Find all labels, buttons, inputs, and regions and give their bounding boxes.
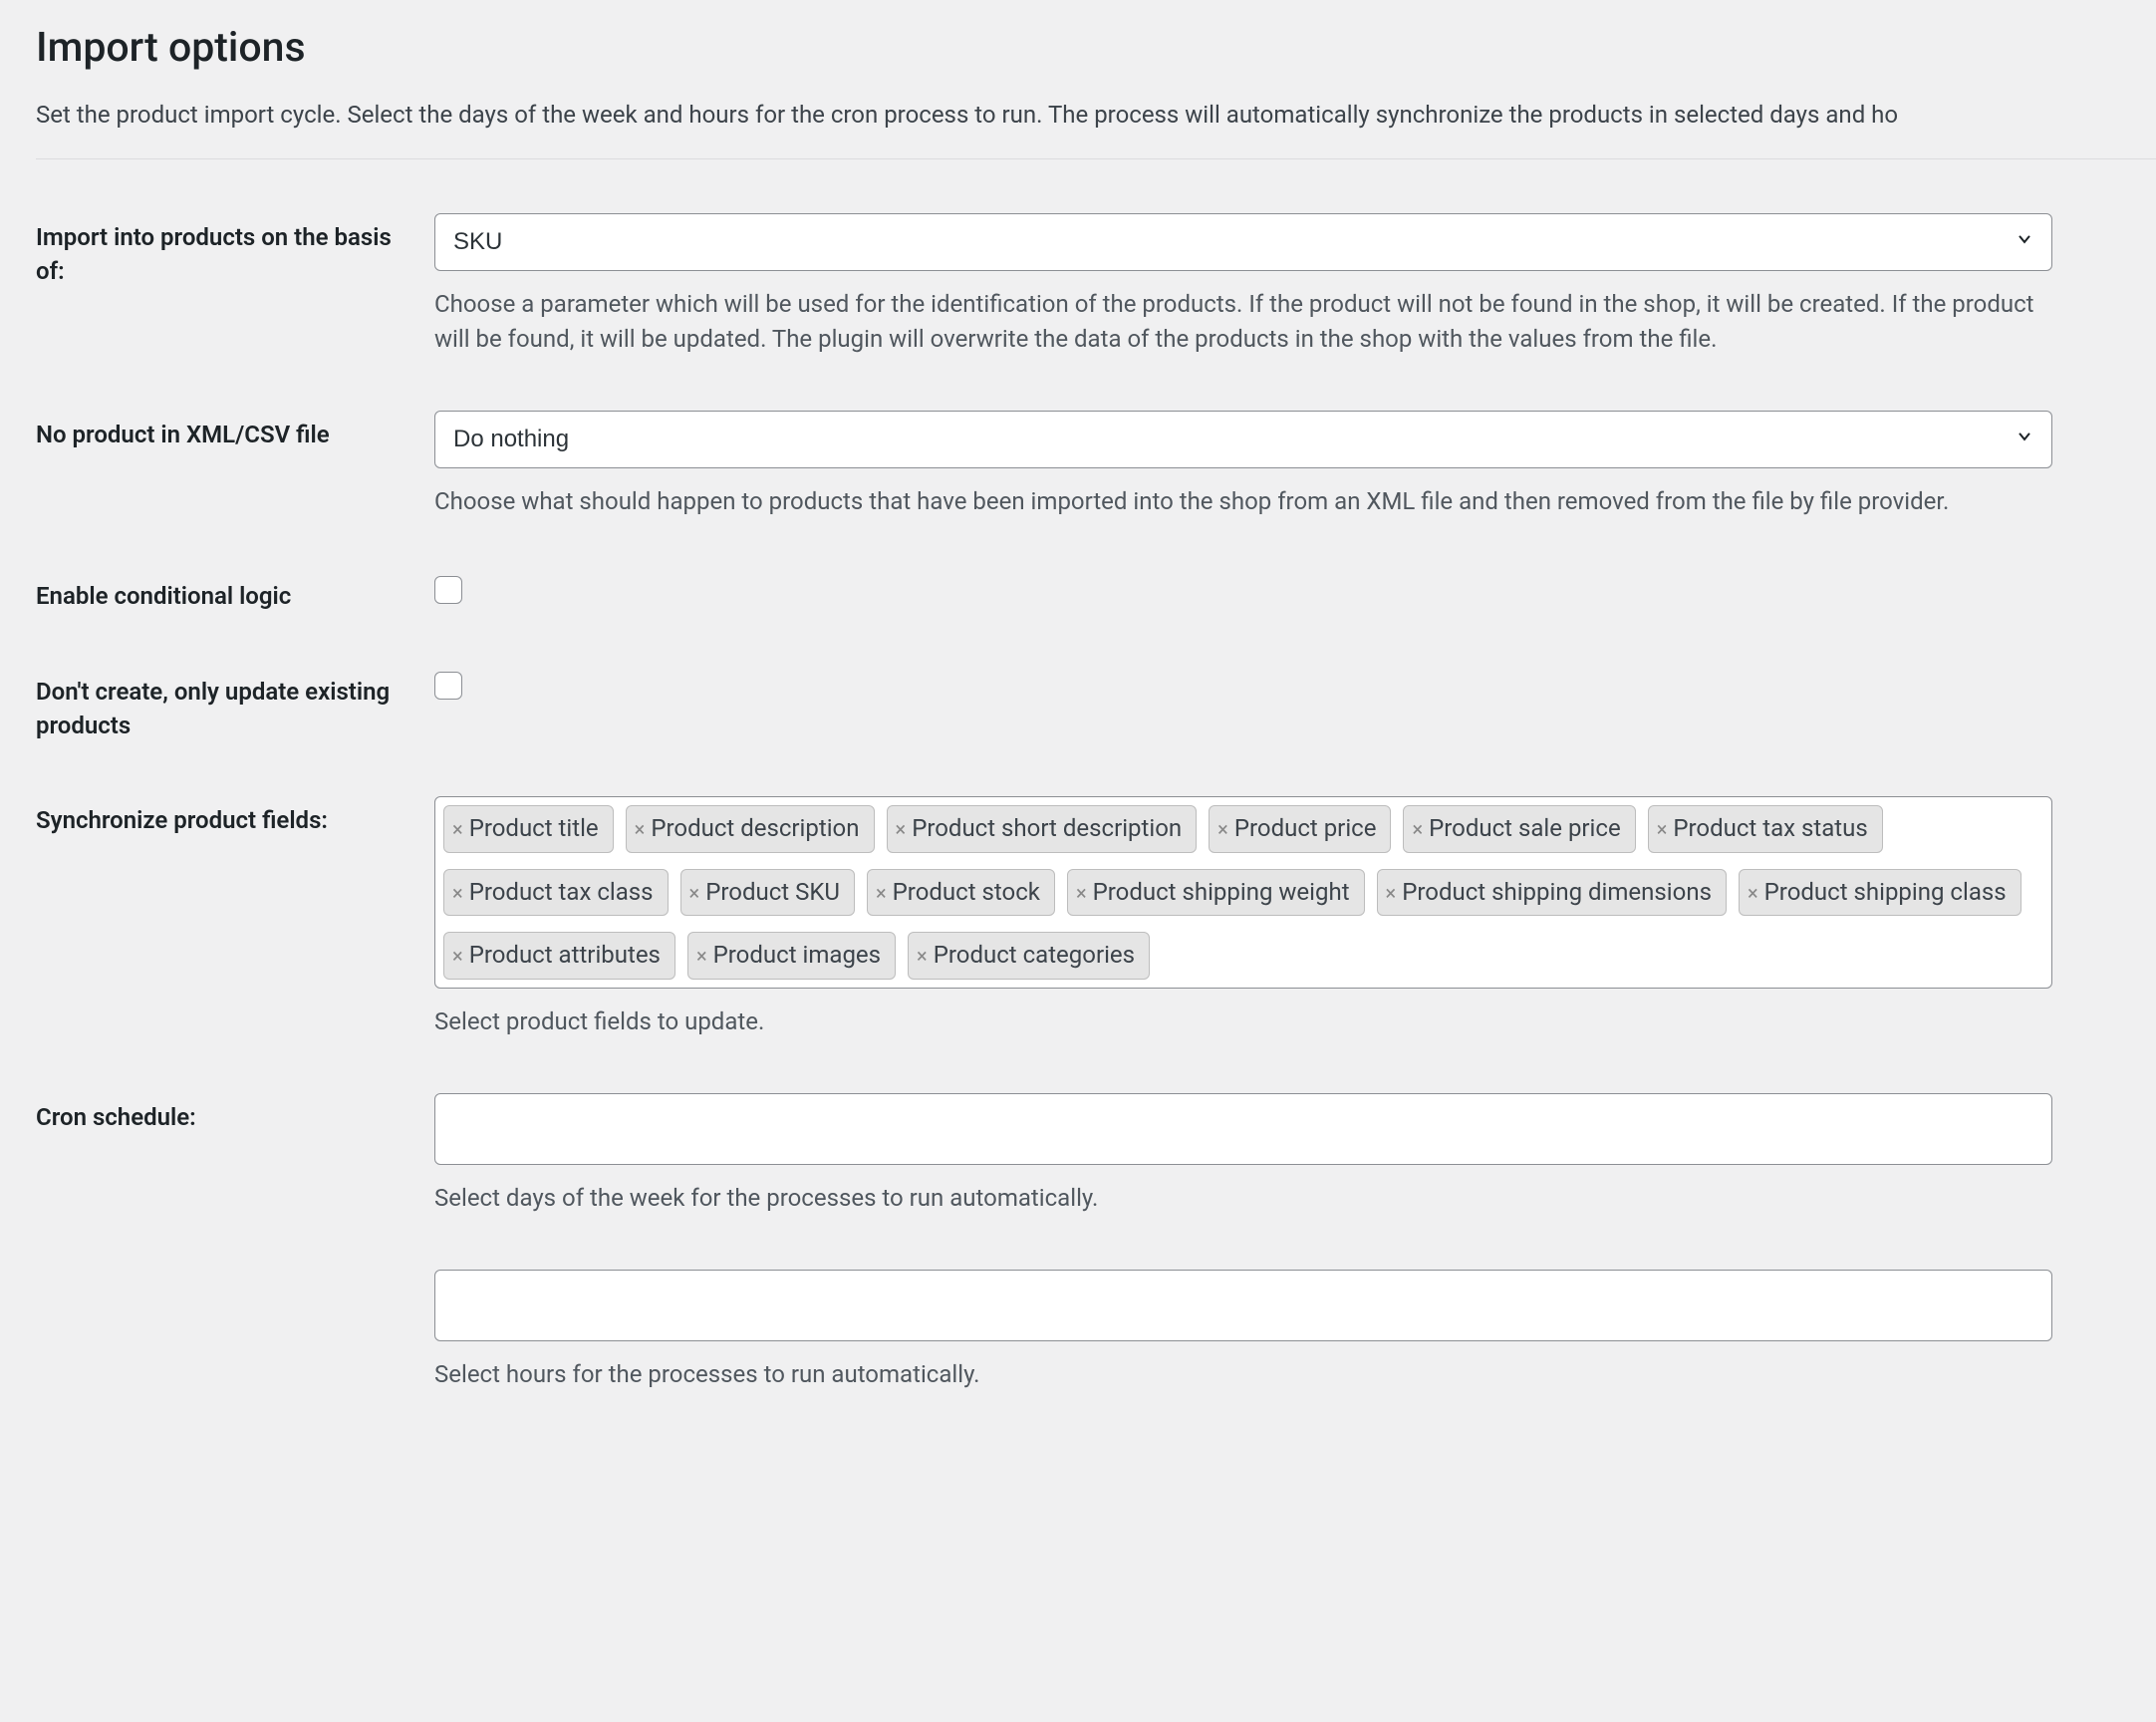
tag-item: × Product stock (867, 869, 1055, 917)
tag-item: ×Product tax status (1648, 805, 1883, 853)
tag-label: Product shipping weight (1093, 876, 1350, 910)
tag-label: Product attributes (469, 939, 661, 973)
close-icon[interactable]: × (876, 883, 887, 903)
row-sync-fields: Synchronize product fields: × Product tit… (36, 796, 2156, 1039)
tag-item: ×Product description (626, 805, 875, 853)
label-cron-schedule: Cron schedule: (36, 1093, 434, 1135)
help-basis: Choose a parameter which will be used fo… (434, 287, 2052, 357)
row-basis: Import into products on the basis of: SK… (36, 213, 2156, 357)
tag-item: × Product attributes (443, 932, 675, 980)
intro-text: Set the product import cycle. Select the… (36, 99, 2156, 133)
close-icon[interactable]: × (696, 946, 707, 966)
help-cron-hours: Select hours for the processes to run au… (434, 1357, 2052, 1392)
row-cron-hours: Select hours for the processes to run au… (36, 1270, 2156, 1392)
tag-item: × Product shipping weight (1067, 869, 1365, 917)
tag-item: × Product price (1209, 805, 1391, 853)
label-only-update: Don't create, only update existing produ… (36, 668, 434, 742)
tag-label: Product short description (912, 812, 1182, 846)
section-divider (36, 158, 2156, 159)
tag-label: Product shipping class (1764, 876, 2007, 910)
label-cron-hours-empty (36, 1270, 434, 1278)
tag-item: × Product sale price (1403, 805, 1635, 853)
help-cron-days: Select days of the week for the processe… (434, 1181, 2052, 1216)
close-icon[interactable]: × (452, 819, 463, 839)
page-title: Import options (36, 20, 2156, 77)
close-icon[interactable]: × (635, 819, 646, 839)
close-icon[interactable]: × (452, 883, 463, 903)
close-icon[interactable]: × (452, 946, 463, 966)
close-icon[interactable]: × (1657, 819, 1668, 839)
tag-item: × Product tax class (443, 869, 669, 917)
tag-label: Product sale price (1429, 812, 1621, 846)
label-no-product: No product in XML/CSV file (36, 411, 434, 452)
tag-item: ×Product shipping dimensions (1377, 869, 1727, 917)
tag-label: Product description (651, 812, 859, 846)
close-icon[interactable]: × (689, 883, 700, 903)
multiselect-sync-fields[interactable]: ×Product title×Product description×Produ… (434, 796, 2052, 989)
label-basis: Import into products on the basis of: (36, 213, 434, 288)
select-no-product[interactable]: Do nothing (434, 411, 2052, 468)
tag-item: × Product images (687, 932, 896, 980)
tag-label: Product SKU (705, 876, 840, 910)
tag-label: Product tax class (469, 876, 654, 910)
tag-label: Product images (713, 939, 881, 973)
tag-label: Product stock (893, 876, 1040, 910)
close-icon[interactable]: × (896, 819, 907, 839)
close-icon[interactable]: × (917, 946, 928, 966)
help-sync-fields: Select product fields to update. (434, 1004, 2052, 1039)
close-icon[interactable]: × (1412, 819, 1423, 839)
label-conditional: Enable conditional logic (36, 572, 434, 614)
tag-label: Product price (1234, 812, 1377, 846)
row-cron-days: Cron schedule: Select days of the week f… (36, 1093, 2156, 1216)
close-icon[interactable]: × (1076, 883, 1087, 903)
tag-label: Product title (469, 812, 599, 846)
multiselect-cron-days[interactable] (434, 1093, 2052, 1165)
multiselect-cron-hours[interactable] (434, 1270, 2052, 1341)
tag-item: ×Product SKU (680, 869, 855, 917)
close-icon[interactable]: × (1217, 819, 1228, 839)
close-icon[interactable]: × (1386, 883, 1397, 903)
tag-item: × Product shipping class (1739, 869, 2021, 917)
tag-item: × Product title (443, 805, 614, 853)
close-icon[interactable]: × (1748, 883, 1758, 903)
select-basis[interactable]: SKU (434, 213, 2052, 271)
tag-label: Product tax status (1673, 812, 1867, 846)
row-conditional: Enable conditional logic (36, 572, 2156, 614)
row-only-update: Don't create, only update existing produ… (36, 668, 2156, 742)
tag-item: × Product categories (908, 932, 1150, 980)
tag-item: ×Product short description (887, 805, 1198, 853)
label-sync-fields: Synchronize product fields: (36, 796, 434, 838)
tag-label: Product categories (934, 939, 1135, 973)
row-no-product: No product in XML/CSV file Do nothing Ch… (36, 411, 2156, 519)
tag-label: Product shipping dimensions (1402, 876, 1712, 910)
help-no-product: Choose what should happen to products th… (434, 484, 2052, 519)
checkbox-conditional[interactable] (434, 576, 462, 604)
checkbox-only-update[interactable] (434, 672, 462, 700)
